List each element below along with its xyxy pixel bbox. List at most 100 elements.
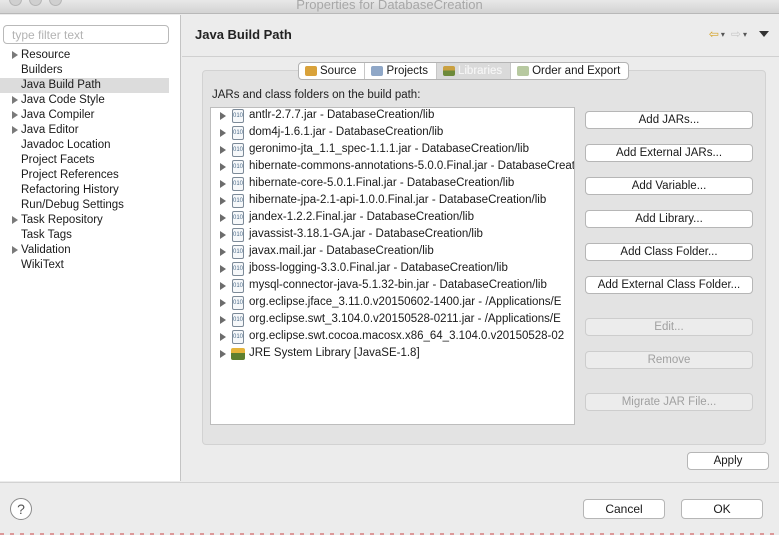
main-pane: Java Build Path ⇦ ▾ ⇨ ▾ Source Projects …	[182, 15, 779, 481]
add-jars-button[interactable]: Add JARs...	[585, 111, 753, 129]
list-item[interactable]: 010 hibernate-commons-annotations-5.0.0.F…	[211, 159, 574, 176]
header-toolbar: ⇦ ▾ ⇨ ▾	[709, 28, 769, 40]
expand-arrow-icon[interactable]	[12, 126, 18, 134]
filter-input[interactable]	[3, 25, 169, 44]
jar-icon: 010	[232, 211, 244, 225]
jar-icon: 010	[232, 194, 244, 208]
forward-arrow-icon[interactable]: ⇨	[731, 28, 741, 40]
add-external-class-folder-button[interactable]: Add External Class Folder...	[585, 276, 753, 294]
expand-arrow-icon[interactable]	[220, 248, 226, 256]
list-item[interactable]: 010 javax.mail.jar - DatabaseCreation/lib	[211, 244, 574, 261]
expand-arrow-icon[interactable]	[12, 216, 18, 224]
expand-arrow-icon[interactable]	[220, 112, 226, 120]
sidebar-item-java-editor[interactable]: Java Editor	[0, 123, 181, 138]
sidebar-item-validation[interactable]: Validation	[0, 243, 181, 258]
sidebar-item-project-facets[interactable]: Project Facets	[0, 153, 181, 168]
back-dropdown-icon[interactable]: ▾	[721, 30, 725, 39]
migrate-jar-button[interactable]: Migrate JAR File...	[585, 393, 753, 411]
expand-arrow-icon[interactable]	[220, 214, 226, 222]
dialog-footer: ? Cancel OK	[0, 482, 779, 535]
expand-arrow-icon[interactable]	[12, 51, 18, 59]
jar-icon: 010	[232, 262, 244, 276]
expand-arrow-icon[interactable]	[220, 299, 226, 307]
jar-icon: 010	[232, 296, 244, 310]
expand-arrow-icon[interactable]	[220, 197, 226, 205]
forward-dropdown-icon[interactable]: ▾	[743, 30, 747, 39]
jre-library-icon	[231, 348, 245, 360]
list-item[interactable]: 010 jandex-1.2.2.Final.jar - DatabaseCrea…	[211, 210, 574, 227]
window-titlebar: Properties for DatabaseCreation	[0, 0, 779, 14]
jar-icon: 010	[232, 279, 244, 293]
window-title: Properties for DatabaseCreation	[296, 0, 483, 12]
list-item[interactable]: 010 mysql-connector-java-5.1.32-bin.jar -…	[211, 278, 574, 295]
sidebar-item-builders[interactable]: Builders	[0, 63, 181, 78]
jar-icon: 010	[232, 245, 244, 259]
expand-arrow-icon[interactable]	[220, 180, 226, 188]
expand-arrow-icon[interactable]	[12, 96, 18, 104]
help-icon[interactable]: ?	[10, 498, 32, 520]
sidebar-item-task-repository[interactable]: Task Repository	[0, 213, 181, 228]
expand-arrow-icon[interactable]	[220, 333, 226, 341]
remove-button[interactable]: Remove	[585, 351, 753, 369]
apply-button[interactable]: Apply	[687, 452, 769, 470]
tab-source[interactable]: Source	[299, 63, 366, 79]
sidebar-item-task-tags[interactable]: Task Tags	[0, 228, 181, 243]
project-icon	[371, 66, 384, 76]
jar-icon: 010	[232, 160, 244, 174]
list-item[interactable]: 010 antlr-2.7.7.jar - DatabaseCreation/li…	[211, 108, 574, 125]
expand-arrow-icon[interactable]	[220, 163, 226, 171]
sidebar-item-project-references[interactable]: Project References	[0, 168, 181, 183]
sidebar-item-run-debug-settings[interactable]: Run/Debug Settings	[0, 198, 181, 213]
expand-arrow-icon[interactable]	[220, 231, 226, 239]
list-item[interactable]: 010 org.eclipse.swt_3.104.0.v20150528-021…	[211, 312, 574, 329]
sidebar-item-wikitext[interactable]: WikiText	[0, 258, 181, 273]
list-item[interactable]: 010 org.eclipse.swt.cocoa.macosx.x86_64_3…	[211, 329, 574, 346]
add-library-button[interactable]: Add Library...	[585, 210, 753, 228]
header-divider	[182, 56, 779, 57]
view-menu-icon[interactable]	[759, 31, 769, 37]
list-label: JARs and class folders on the build path…	[212, 89, 421, 101]
ok-button[interactable]: OK	[681, 499, 763, 519]
expand-arrow-icon[interactable]	[12, 246, 18, 254]
expand-arrow-icon[interactable]	[220, 129, 226, 137]
jar-icon: 010	[232, 126, 244, 140]
expand-arrow-icon[interactable]	[220, 350, 226, 358]
list-item[interactable]: 010 org.eclipse.jface_3.11.0.v20150602-14…	[211, 295, 574, 312]
sidebar-item-java-compiler[interactable]: Java Compiler	[0, 108, 181, 123]
list-item[interactable]: 010 jboss-logging-3.3.0.Final.jar - Datab…	[211, 261, 574, 278]
tab-order-and-export[interactable]: Order and Export	[511, 63, 628, 79]
expand-arrow-icon[interactable]	[220, 265, 226, 273]
expand-arrow-icon[interactable]	[220, 282, 226, 290]
build-path-list[interactable]: 010 antlr-2.7.7.jar - DatabaseCreation/li…	[210, 107, 575, 425]
jar-icon: 010	[232, 228, 244, 242]
tab-projects[interactable]: Projects	[365, 63, 437, 79]
source-folder-icon	[305, 66, 317, 76]
jar-icon: 010	[232, 109, 244, 123]
expand-arrow-icon[interactable]	[220, 146, 226, 154]
sidebar-item-javadoc-location[interactable]: Javadoc Location	[0, 138, 181, 153]
add-class-folder-button[interactable]: Add Class Folder...	[585, 243, 753, 261]
list-item[interactable]: 010 hibernate-core-5.0.1.Final.jar - Data…	[211, 176, 574, 193]
expand-arrow-icon[interactable]	[12, 111, 18, 119]
sidebar-tree: Resource Builders Java Build Path Java C…	[0, 48, 181, 273]
add-external-jars-button[interactable]: Add External JARs...	[585, 144, 753, 162]
sidebar-item-refactoring-history[interactable]: Refactoring History	[0, 183, 181, 198]
list-item[interactable]: JRE System Library [JavaSE-1.8]	[211, 346, 574, 363]
sidebar-item-resource[interactable]: Resource	[0, 48, 181, 63]
jar-icon: 010	[232, 143, 244, 157]
back-arrow-icon[interactable]: ⇦	[709, 28, 719, 40]
list-item[interactable]: 010 geronimo-jta_1.1_spec-1.1.1.jar - Dat…	[211, 142, 574, 159]
sidebar-item-java-code-style[interactable]: Java Code Style	[0, 93, 181, 108]
list-item[interactable]: 010 javassist-3.18.1-GA.jar - DatabaseCre…	[211, 227, 574, 244]
add-variable-button[interactable]: Add Variable...	[585, 177, 753, 195]
edit-button[interactable]: Edit...	[585, 318, 753, 336]
jar-icon: 010	[232, 313, 244, 327]
cancel-button[interactable]: Cancel	[583, 499, 665, 519]
list-item[interactable]: 010 hibernate-jpa-2.1-api-1.0.0.Final.jar…	[211, 193, 574, 210]
expand-arrow-icon[interactable]	[220, 316, 226, 324]
order-export-icon	[517, 66, 530, 76]
sidebar: Resource Builders Java Build Path Java C…	[0, 15, 181, 481]
sidebar-item-java-build-path[interactable]: Java Build Path	[0, 78, 169, 93]
list-item[interactable]: 010 dom4j-1.6.1.jar - DatabaseCreation/li…	[211, 125, 574, 142]
tab-libraries[interactable]: Libraries	[436, 63, 512, 79]
